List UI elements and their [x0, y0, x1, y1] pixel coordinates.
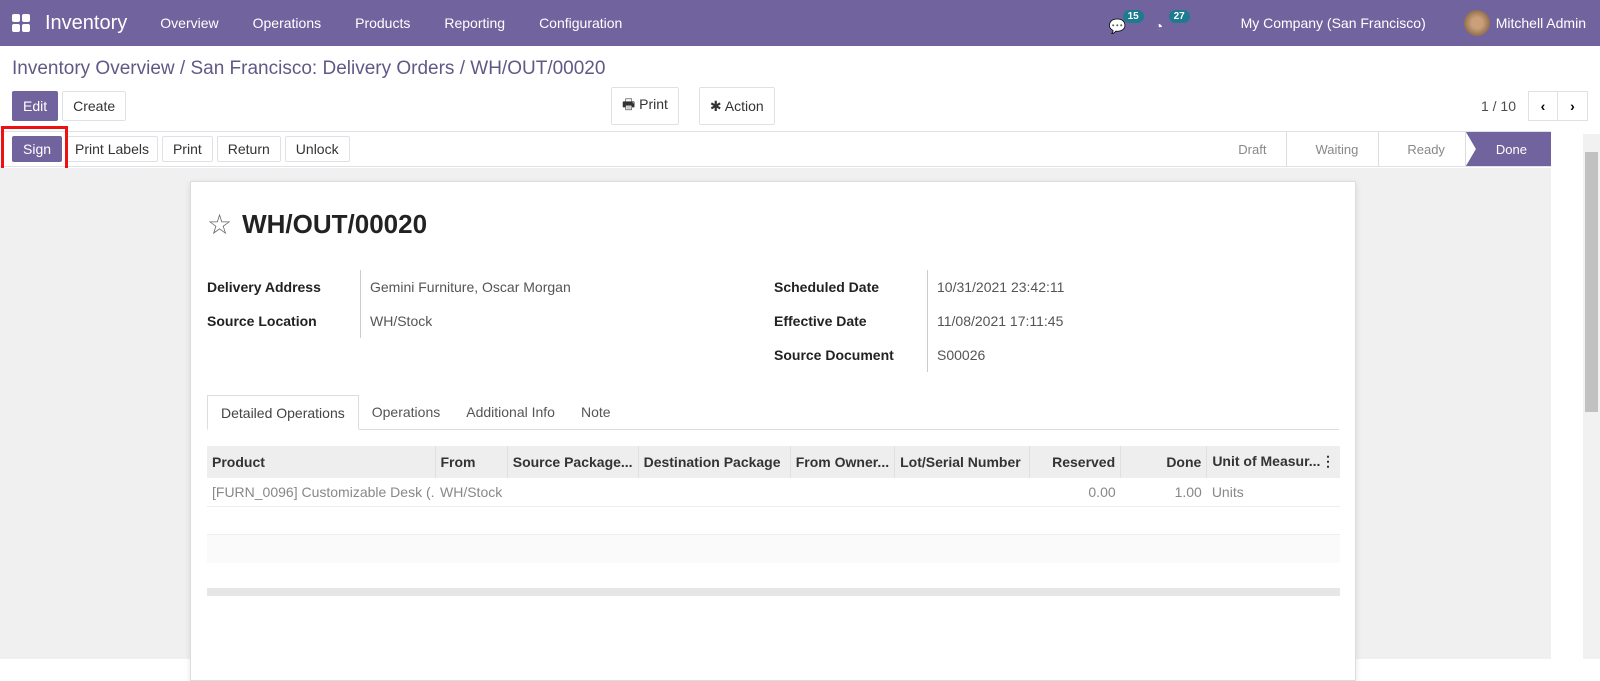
effective-date-value: 11/08/2021 17:11:45: [927, 304, 1063, 338]
apps-menu-icon[interactable]: [12, 14, 30, 32]
status-draft: Draft: [1210, 132, 1288, 166]
scheduled-date-label: Scheduled Date: [774, 279, 880, 295]
breadcrumb: Inventory Overview / San Francisco: Deli…: [12, 58, 606, 79]
top-navbar: Inventory Overview Operations Products R…: [0, 0, 1600, 46]
status-bar: Sign Print Labels Print Return Unlock Dr…: [0, 126, 1551, 172]
cell-product: [FURN_0096] Customizable Desk (...: [207, 477, 435, 507]
tab-additional-info[interactable]: Additional Info: [453, 395, 568, 429]
create-button[interactable]: Create: [62, 91, 127, 121]
form-sheet: ☆ WH/OUT/00020 Delivery Address Gemini Fur…: [190, 181, 1356, 681]
source-document-label: Source Document: [774, 347, 894, 363]
scrollbar-thumb[interactable]: [1585, 152, 1598, 412]
scheduled-date-value: 10/31/2021 23:42:11: [927, 270, 1064, 304]
pager-previous-button[interactable]: ‹: [1528, 91, 1558, 121]
status-waiting: Waiting: [1287, 132, 1380, 166]
col-lot-serial[interactable]: Lot/Serial Number: [894, 446, 1030, 478]
action-dropdown[interactable]: ✱ Action: [698, 87, 775, 125]
record-title: WH/OUT/00020: [242, 209, 428, 239]
user-menu[interactable]: Mitchell Admin: [1496, 15, 1586, 31]
col-reserved[interactable]: Reserved: [1029, 446, 1121, 478]
breadcrumb-current: WH/OUT/00020: [470, 58, 606, 79]
menu-products[interactable]: Products: [338, 15, 427, 31]
col-destination-package[interactable]: Destination Package: [637, 446, 791, 478]
source-location-value[interactable]: WH/Stock: [360, 304, 432, 338]
empty-row: [207, 506, 1340, 535]
source-document-value: S00026: [927, 338, 985, 372]
col-from[interactable]: From: [434, 446, 508, 478]
empty-row: [207, 534, 1340, 563]
clock-icon: ◔: [1154, 18, 1164, 34]
menu-overview[interactable]: Overview: [143, 15, 235, 31]
cell-done: 1.00: [1120, 477, 1207, 507]
source-location-label: Source Location: [207, 313, 317, 329]
print-button[interactable]: Print: [161, 136, 213, 162]
cell-uom: Units: [1206, 477, 1340, 507]
print-label: Print: [639, 96, 668, 112]
cell-destination-package: [638, 477, 791, 507]
cell-source-package: [507, 477, 639, 507]
delivery-address-value[interactable]: Gemini Furniture, Oscar Morgan: [360, 270, 571, 304]
pager-value[interactable]: 1 / 10: [1481, 98, 1516, 114]
horizontal-scrollbar[interactable]: [207, 588, 1340, 596]
status-ready: Ready: [1379, 132, 1466, 166]
tab-note[interactable]: Note: [568, 395, 624, 429]
cell-from-owner: [790, 477, 895, 507]
col-product[interactable]: Product: [207, 446, 435, 478]
cell-reserved: 0.00: [1029, 477, 1121, 507]
cell-lot-serial: [894, 477, 1030, 507]
col-source-package[interactable]: Source Package...: [506, 446, 639, 478]
detailed-operations-table: Product From Source Package... Destinati…: [207, 446, 1340, 563]
col-done[interactable]: Done: [1120, 446, 1207, 478]
company-switcher[interactable]: My Company (San Francisco): [1241, 15, 1426, 31]
app-name[interactable]: Inventory: [45, 12, 127, 35]
messages-badge: 15: [1122, 10, 1144, 23]
print-labels-button[interactable]: Print Labels: [66, 136, 158, 162]
return-button[interactable]: Return: [216, 136, 281, 162]
col-uom-label: Unit of Measur...: [1212, 453, 1321, 469]
action-label: Action: [724, 97, 764, 114]
control-panel: Edit Create 🖶 Print ✱ Action 1 / 10 ‹ ›: [0, 85, 1600, 127]
pager-next-button[interactable]: ›: [1558, 91, 1588, 121]
status-done: Done: [1465, 132, 1551, 166]
menu-configuration[interactable]: Configuration: [522, 15, 639, 31]
tab-detailed-operations[interactable]: Detailed Operations: [207, 395, 359, 430]
activities-button[interactable]: ◔ 27: [1155, 8, 1195, 38]
edit-button[interactable]: Edit: [12, 91, 59, 121]
col-uom[interactable]: Unit of Measur... ⋮: [1206, 446, 1340, 478]
star-icon[interactable]: ☆: [207, 208, 232, 241]
cell-from: WH/Stock: [435, 477, 508, 507]
menu-reporting[interactable]: Reporting: [427, 15, 522, 31]
chat-icon: 💬: [1108, 18, 1126, 34]
delivery-address-label: Delivery Address: [207, 279, 321, 295]
breadcrumb-delivery-orders[interactable]: San Francisco: Delivery Orders: [190, 58, 454, 79]
print-dropdown[interactable]: 🖶 Print: [611, 87, 679, 125]
printer-icon: 🖶: [622, 96, 636, 112]
notebook-tabs: Detailed Operations Operations Additiona…: [207, 395, 1339, 430]
messages-button[interactable]: 💬 15: [1109, 8, 1149, 38]
unlock-button[interactable]: Unlock: [284, 136, 350, 162]
table-row[interactable]: [FURN_0096] Customizable Desk (... WH/St…: [207, 477, 1340, 507]
breadcrumb-inventory-overview[interactable]: Inventory Overview: [12, 58, 175, 79]
column-options-icon[interactable]: ⋮: [1321, 453, 1335, 470]
avatar[interactable]: [1463, 10, 1490, 36]
vertical-scrollbar[interactable]: [1583, 134, 1600, 659]
activities-badge: 27: [1168, 10, 1190, 23]
sign-button[interactable]: Sign: [12, 136, 63, 162]
gear-icon: ✱: [709, 97, 722, 114]
col-from-owner[interactable]: From Owner...: [789, 446, 895, 478]
menu-operations[interactable]: Operations: [236, 15, 338, 31]
effective-date-label: Effective Date: [774, 313, 867, 329]
tab-operations[interactable]: Operations: [359, 395, 453, 429]
